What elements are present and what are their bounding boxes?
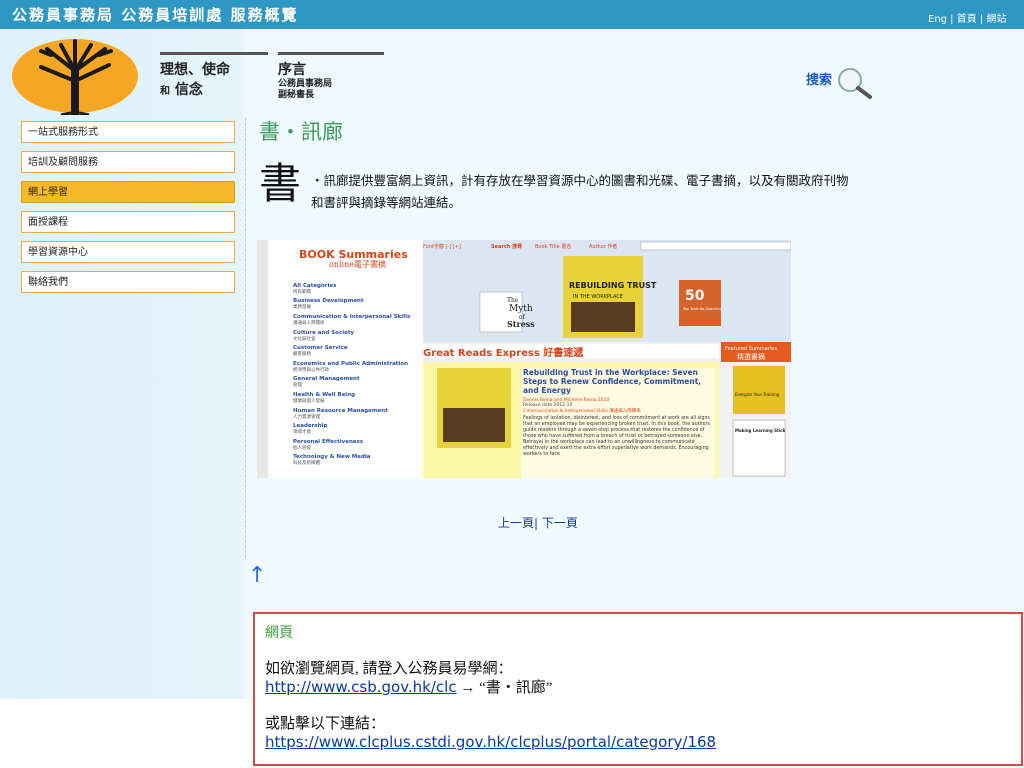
shot-cat-8-zh: 人力資源管理 (293, 413, 320, 420)
shot-featured: Featured Summaries (725, 346, 777, 352)
shot-book-title-option: Book Title 書名 (535, 243, 571, 250)
shot-cat-2-en: Communication & Interpersonal Skills (293, 314, 411, 320)
nav-preface-org: 公務員事務局 (278, 79, 333, 89)
shot-brand-bottom: online電子書摘 (329, 259, 386, 269)
nav-mission-vision[interactable]: 理想、使命 和 信念 (160, 52, 268, 99)
nav-preface-title: 序言 (278, 62, 306, 78)
clcplus-link[interactable]: https://www.clcplus.cstdi.gov.hk/clcplus… (265, 733, 716, 751)
sidebar-item-resource-centre[interactable]: 學習資源中心 (21, 241, 235, 263)
shot-cat-6-zh: 管理 (293, 381, 302, 388)
nav-preface[interactable]: 序言 公務員事務局 副秘書長 (278, 52, 384, 101)
sidebar-item-one-stop[interactable]: 一站式服務形式 (21, 121, 235, 143)
nav-mission-line1: 理想、使命 (160, 62, 230, 78)
web-info-spacer (265, 697, 1011, 715)
magnifier-icon (838, 68, 872, 99)
sidebar-nav: 一站式服務形式 培訓及顧問服務 網上學習 面授課程 學習資源中心 聯絡我們 (21, 121, 235, 301)
shot-side-book2: Making Learning Stick (735, 428, 786, 433)
nav-preface-role: 副秘書長 (278, 90, 315, 100)
shot-book3-num: 50 (685, 288, 705, 304)
shot-book2-line4: Stress (507, 319, 535, 329)
shot-great-reads: Great Reads Express 好書速遞 (423, 346, 584, 359)
shot-cat-5-zh: 經濟學與公共行政 (293, 366, 329, 373)
clc-link[interactable]: http://www.csb.gov.hk/clc (265, 678, 457, 696)
page-title: 書‧訊廊 (259, 120, 343, 144)
intro-text: ‧訊廊提供豐富網上資訊，計有存放在學習資源中心的圖書和光碟、電子書摘，以及有關政… (311, 173, 849, 210)
drop-cap: 書 (259, 159, 302, 208)
shot-book2-line2: Myth (509, 304, 533, 314)
shot-cat-0-en: All Categories (293, 283, 337, 289)
header-links[interactable]: Eng | 首頁 | 網站 (928, 10, 1006, 25)
search-button[interactable]: 搜索 (806, 66, 876, 100)
shot-cat-10-en: Personal Effectiveness (293, 439, 364, 445)
shot-cat-3-zh: 文化與社會 (293, 335, 316, 342)
shot-cat-2-zh: 溝通與人際關係 (293, 319, 325, 326)
web-info-box: 網頁 如欲瀏覽網頁, 請登入公務員易學網： http://www.csb.gov… (253, 612, 1023, 766)
shot-book1-title: REBUILDING TRUST (569, 281, 657, 290)
shot-book3-sub: Top Tools for Coaching (682, 307, 722, 311)
clc-arrow-text: → “書‧訊廊” (456, 680, 553, 696)
web-info-line1: 如欲瀏覽網頁, 請登入公務員易學網： (265, 661, 513, 677)
sidebar-item-contact[interactable]: 聯絡我們 (21, 271, 235, 293)
book-summaries-screenshot: BOOK Summaries online電子書摘 Font字體 [-] [+]… (257, 240, 791, 478)
shot-cat-11-en: Technology & New Media (293, 454, 371, 460)
search-label: 搜索 (806, 73, 833, 88)
shot-cat-10-zh: 個人效能 (293, 444, 311, 451)
back-to-top-arrow-icon[interactable]: ↑ (248, 563, 266, 588)
shot-article-category: Communication & Interpersonal Skills 溝通與… (523, 409, 641, 414)
shot-cat-4-en: Customer Service (293, 345, 348, 351)
sidebar-divider (245, 118, 246, 558)
web-info-link1-row: http://www.csb.gov.hk/clc → “書‧訊廊” (265, 678, 1011, 697)
shot-cat-0-zh: 所有範疇 (293, 288, 311, 295)
shot-cat-1-en: Business Development (293, 298, 364, 304)
web-info-heading: 網頁 (265, 626, 293, 641)
shot-cat-5-en: Economics and Public Administration (293, 361, 408, 367)
nav-mission-line2: 和 信念 (160, 79, 268, 99)
shot-cat-4-zh: 顧客服務 (293, 350, 311, 357)
nav-mission-and: 和 (160, 86, 170, 97)
top-header-bar: 公務員事務局 公務員培訓處 服務概覽 Eng | 首頁 | 網站 (0, 0, 1024, 29)
web-info-line2: 或點擊以下連結： (265, 716, 386, 732)
shot-author-option: Author 作者 (589, 243, 617, 250)
shot-search-label: Search 搜尋 (491, 243, 522, 250)
shot-cat-9-en: Leadership (293, 423, 327, 429)
shot-cat-6-en: General Management (293, 376, 360, 382)
shot-cat-9-zh: 領導才能 (293, 428, 311, 435)
shot-book2-line1: The (507, 297, 519, 304)
shot-side-book1: Energize Your Training (735, 392, 780, 397)
site-title: 公務員事務局 公務員培訓處 服務概覽 (12, 6, 299, 24)
shot-book1-sub: IN THE WORKPLACE (573, 294, 623, 300)
nav-mission-belief: 信念 (174, 82, 203, 98)
sidebar-item-classroom[interactable]: 面授課程 (21, 211, 235, 233)
shot-article-title: Rebuilding Trust in the Workplace: Seven… (523, 368, 702, 395)
shot-cat-8-en: Human Resource Management (293, 408, 388, 414)
shot-cat-7-zh: 健康與個人發展 (293, 397, 325, 404)
shot-cat-7-en: Health & Well Being (293, 392, 355, 398)
web-info-link2-row: https://www.clcplus.cstdi.gov.hk/clcplus… (265, 733, 1011, 752)
pager-links[interactable]: 上一頁| 下一頁 (498, 514, 578, 531)
shot-article-body: Feelings of isolation, disinterest, and … (523, 416, 711, 457)
tree-logo-icon (12, 39, 138, 115)
shot-cat-1-zh: 業務發展 (293, 303, 311, 310)
sidebar-item-e-learning[interactable]: 網上學習 (21, 181, 235, 203)
shot-cat-3-en: Culture and Society (293, 330, 354, 336)
sidebar-item-training[interactable]: 培訓及顧問服務 (21, 151, 235, 173)
shot-font-label: Font字體 [-] [+] (423, 243, 461, 250)
shot-featured-zh: 精選書摘 (737, 352, 765, 361)
shot-cat-11-zh: 科技及新媒體 (293, 459, 320, 466)
